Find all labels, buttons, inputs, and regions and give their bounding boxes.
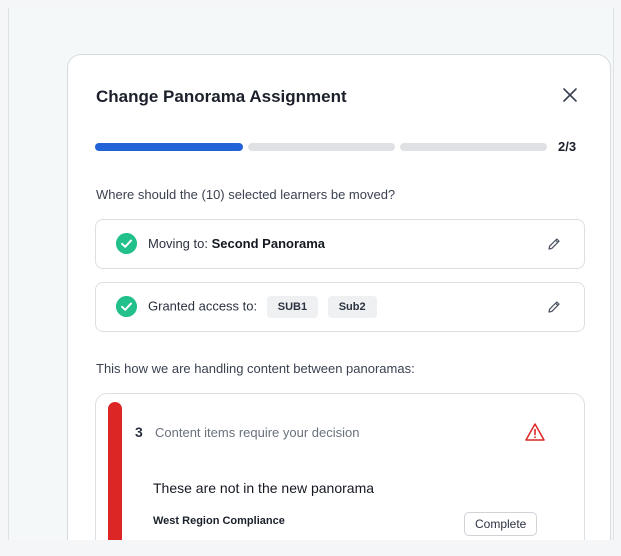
progress-segment-2 xyxy=(248,143,395,151)
step-counter: 2/3 xyxy=(558,139,577,154)
check-circle-icon xyxy=(116,296,137,317)
alert-bar xyxy=(108,402,122,541)
pencil-icon[interactable] xyxy=(546,299,562,315)
not-in-panorama-heading: These are not in the new panorama xyxy=(153,480,375,496)
complete-button[interactable]: Complete xyxy=(464,512,538,536)
progress-segment-1 xyxy=(95,143,243,151)
moving-to-label: Moving to: xyxy=(148,236,208,251)
step-progress-bar xyxy=(95,143,547,151)
warning-triangle-icon xyxy=(525,423,545,441)
change-panorama-modal: Change Panorama Assignment 2/3 Where sho… xyxy=(67,54,611,541)
page-frame: Change Panorama Assignment 2/3 Where sho… xyxy=(8,8,614,541)
moving-to-card: Moving to: Second Panorama xyxy=(95,219,585,269)
granted-access-card: Granted access to: SUB1 Sub2 xyxy=(95,282,585,332)
check-circle-icon xyxy=(116,233,137,254)
modal-title: Change Panorama Assignment xyxy=(96,87,347,106)
content-decision-card: 3 Content items require your decision Th… xyxy=(95,393,585,541)
handling-content-text: This how we are handling content between… xyxy=(96,361,415,376)
progress-segment-3 xyxy=(400,143,547,151)
decision-count: 3 xyxy=(135,424,143,440)
access-chip: Sub2 xyxy=(327,296,377,318)
content-item-name: West Region Compliance xyxy=(153,515,285,527)
decision-text: Content items require your decision xyxy=(155,425,360,440)
moving-to-value: Second Panorama xyxy=(211,236,326,251)
close-icon[interactable] xyxy=(560,85,580,105)
moving-to-text: Moving to: Second Panorama xyxy=(148,236,325,251)
access-chip: SUB1 xyxy=(266,296,319,318)
question-text: Where should the (10) selected learners … xyxy=(96,187,396,202)
granted-access-text: Granted access to: SUB1 Sub2 xyxy=(148,296,377,318)
granted-access-label: Granted access to: xyxy=(148,298,258,314)
bottom-area xyxy=(0,540,621,556)
pencil-icon[interactable] xyxy=(546,236,562,252)
